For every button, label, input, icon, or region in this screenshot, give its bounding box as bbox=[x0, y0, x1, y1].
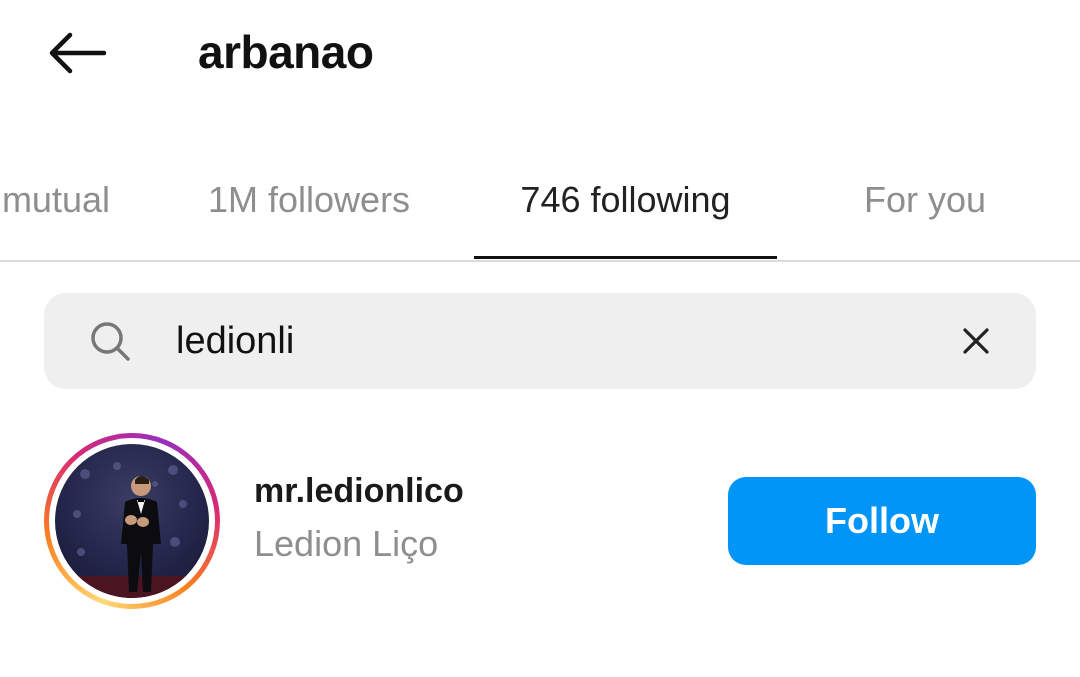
back-button[interactable] bbox=[40, 22, 112, 84]
tab-followers[interactable]: 1M followers bbox=[208, 170, 410, 230]
search-icon bbox=[91, 322, 130, 361]
tab-following[interactable]: 746 following bbox=[474, 170, 777, 230]
follow-button[interactable]: Follow bbox=[728, 477, 1036, 565]
close-icon bbox=[963, 328, 989, 354]
story-ring[interactable] bbox=[44, 433, 220, 609]
search-input[interactable] bbox=[176, 313, 936, 369]
clear-search-button[interactable] bbox=[950, 315, 1002, 367]
tab-for-you[interactable]: For you bbox=[864, 170, 986, 230]
full-name: Ledion Liço bbox=[254, 523, 439, 564]
arrow-left-icon bbox=[49, 32, 107, 74]
tabs-divider bbox=[0, 260, 1080, 262]
user-list-item[interactable]: mr.ledionlico Ledion Liço Follow bbox=[0, 425, 1080, 615]
following-screen: arbanao mutual 1M followers 746 followin… bbox=[0, 0, 1080, 677]
avatar bbox=[55, 444, 209, 598]
active-tab-indicator bbox=[474, 256, 777, 259]
username: mr.ledionlico bbox=[254, 472, 464, 510]
page-title: arbanao bbox=[198, 26, 374, 78]
search-bar[interactable] bbox=[44, 293, 1036, 389]
avatar-photo bbox=[55, 462, 209, 598]
tab-bar: mutual 1M followers 746 following For yo… bbox=[0, 150, 1080, 262]
tab-mutual[interactable]: mutual bbox=[0, 170, 110, 230]
